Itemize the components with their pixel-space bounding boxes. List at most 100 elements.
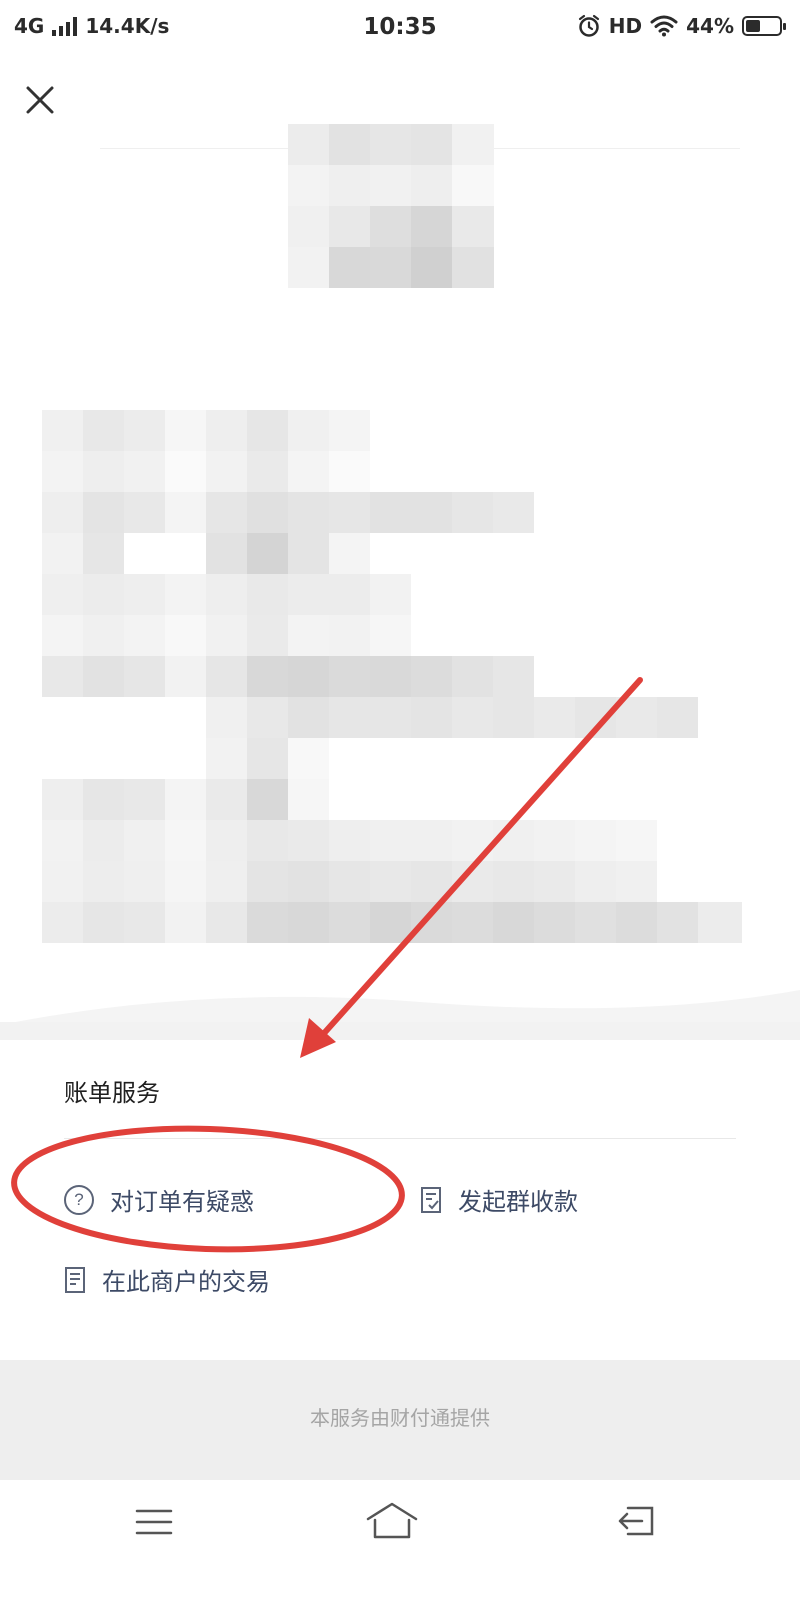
blur-cell <box>165 902 206 943</box>
blur-cell <box>206 902 247 943</box>
status-right: HD 44% <box>577 14 786 38</box>
document-check-icon <box>421 1186 441 1213</box>
merchant-transactions-button[interactable]: 在此商户的交易 <box>64 1262 270 1297</box>
blur-cell <box>288 574 329 615</box>
blur-cell <box>83 779 124 820</box>
blur-cell <box>370 697 411 738</box>
blur-cell <box>329 451 370 492</box>
blur-cell <box>165 410 206 451</box>
blur-cell <box>452 861 493 902</box>
close-button[interactable] <box>20 80 60 120</box>
back-icon[interactable] <box>614 1504 658 1540</box>
blur-cell <box>83 861 124 902</box>
blur-cell <box>83 820 124 861</box>
blur-cell <box>83 451 124 492</box>
blur-cell <box>370 820 411 861</box>
blur-cell <box>124 451 165 492</box>
battery-fill <box>746 20 761 32</box>
blur-cell <box>206 820 247 861</box>
blur-cell <box>206 451 247 492</box>
blur-cell <box>42 492 83 533</box>
blur-cell <box>288 820 329 861</box>
blur-cell <box>288 533 329 574</box>
blur-cell <box>288 697 329 738</box>
blur-cell <box>247 615 288 656</box>
menu-icon[interactable] <box>134 1506 174 1538</box>
blur-cell <box>83 533 124 574</box>
blur-cell <box>288 615 329 656</box>
blur-cell <box>124 861 165 902</box>
blur-cell <box>411 861 452 902</box>
blur-cell <box>329 861 370 902</box>
blur-cell <box>534 861 575 902</box>
blur-cell <box>534 902 575 943</box>
blur-cell <box>42 861 83 902</box>
blur-cell <box>83 615 124 656</box>
order-question-button[interactable]: ? 对订单有疑惑 <box>64 1182 254 1217</box>
blur-cell <box>616 697 657 738</box>
bill-service-title: 账单服务 <box>64 1079 160 1107</box>
blur-cell <box>329 697 370 738</box>
blur-cell <box>370 492 411 533</box>
blur-cell <box>42 820 83 861</box>
blur-cell <box>124 656 165 697</box>
status-bar: 4G 14.4K/s 10:35 HD 44% <box>0 0 800 56</box>
battery-percent: 44% <box>686 14 734 38</box>
blur-cell <box>288 738 329 779</box>
blur-cell <box>165 861 206 902</box>
blur-cell <box>83 656 124 697</box>
question-circle-icon: ? <box>64 1184 94 1215</box>
system-nav-bar <box>0 1480 800 1600</box>
home-icon[interactable] <box>364 1500 420 1542</box>
close-icon <box>26 86 54 114</box>
blur-cell <box>493 861 534 902</box>
blur-cell <box>206 533 247 574</box>
blur-cell <box>329 492 370 533</box>
blur-cell <box>206 861 247 902</box>
blur-cell <box>411 656 452 697</box>
blur-cell <box>452 820 493 861</box>
blur-cell <box>493 697 534 738</box>
blur-cell <box>288 861 329 902</box>
blur-cell <box>42 615 83 656</box>
blur-cell <box>452 492 493 533</box>
blur-cell <box>247 902 288 943</box>
blur-cell <box>329 902 370 943</box>
blur-cell <box>657 902 698 943</box>
blur-cell <box>247 861 288 902</box>
blur-cell <box>165 615 206 656</box>
blur-cell <box>42 410 83 451</box>
blur-cell <box>411 820 452 861</box>
blur-cell <box>206 574 247 615</box>
blur-cell <box>42 533 83 574</box>
blur-cell <box>370 902 411 943</box>
blur-cell <box>575 697 616 738</box>
blur-cell <box>165 820 206 861</box>
blur-cell <box>247 697 288 738</box>
blur-cell <box>247 820 288 861</box>
obscured-order-details <box>42 410 742 945</box>
blur-cell <box>124 820 165 861</box>
blur-cell <box>616 820 657 861</box>
blur-cell <box>411 492 452 533</box>
wifi-icon <box>650 15 678 37</box>
blur-cell <box>165 779 206 820</box>
footer-provider-text: 本服务由财付通提供 <box>310 1406 490 1430</box>
blur-cell <box>124 574 165 615</box>
blur-cell <box>452 902 493 943</box>
blur-cell <box>83 902 124 943</box>
blur-cell <box>288 779 329 820</box>
blur-cell <box>616 861 657 902</box>
blur-cell <box>329 410 370 451</box>
group-collect-button[interactable]: 发起群收款 <box>420 1182 578 1217</box>
blur-cell <box>165 451 206 492</box>
blur-cell <box>247 779 288 820</box>
blur-cell <box>329 574 370 615</box>
blur-cell <box>288 451 329 492</box>
blur-cell <box>329 615 370 656</box>
blur-cell <box>370 656 411 697</box>
battery-icon <box>742 16 786 36</box>
bill-service-divider <box>64 1138 736 1139</box>
blur-cell <box>124 779 165 820</box>
blur-cell <box>42 656 83 697</box>
